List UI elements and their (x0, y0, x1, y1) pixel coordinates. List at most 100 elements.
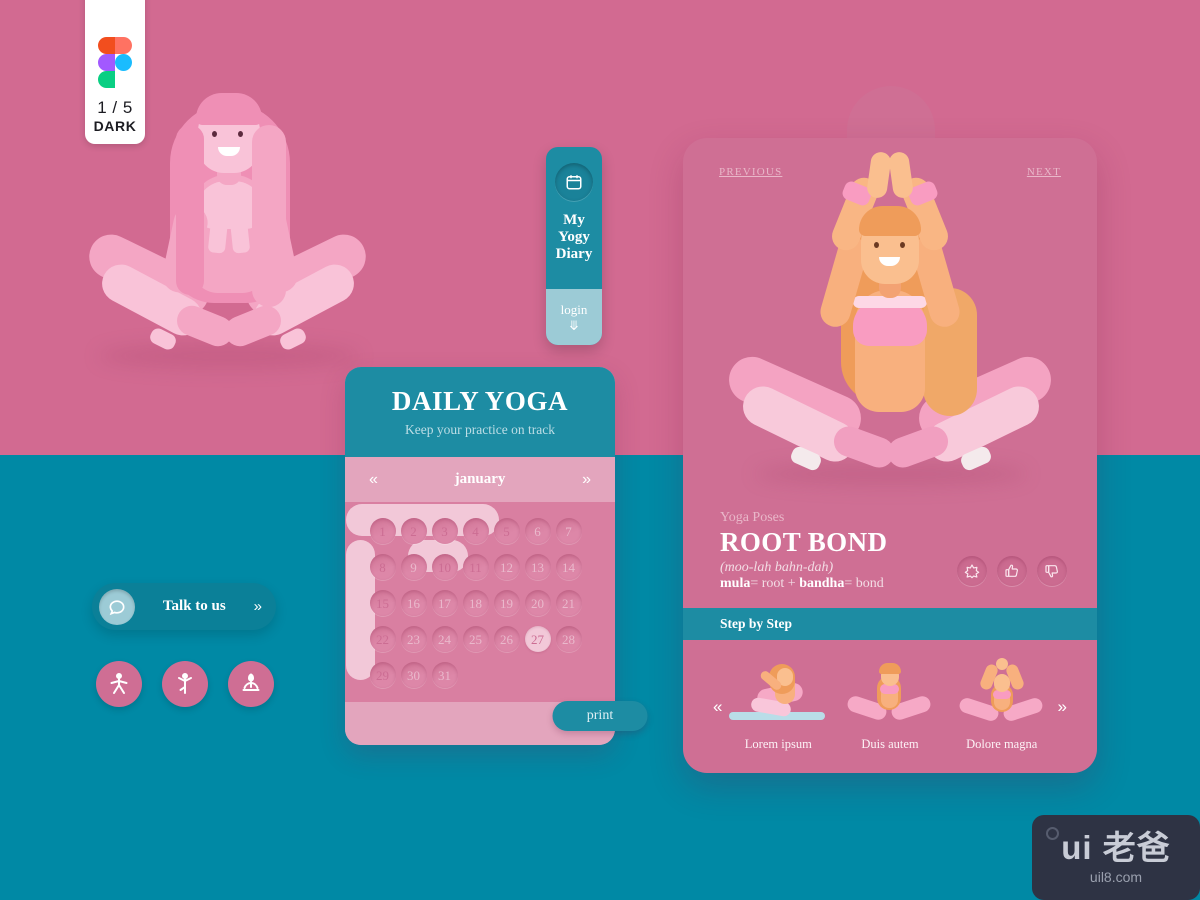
thumbs-up-icon[interactable] (997, 556, 1027, 586)
calendar-day[interactable]: 8 (367, 550, 398, 586)
pose-action-buttons (957, 556, 1067, 586)
step-by-step-bar: Step by Step (683, 608, 1097, 640)
calendar-month-label: january (454, 471, 506, 487)
calendar-title: DAILY YOGA (391, 386, 569, 416)
thumbs-down-icon[interactable] (1037, 556, 1067, 586)
calendar-day-empty (460, 658, 491, 694)
step-by-step-label: Step by Step (720, 616, 793, 631)
pose-pagination: PREVIOUS NEXT (683, 166, 1097, 178)
calendar-day[interactable]: 27 (522, 622, 553, 658)
pose-kicker: Yoga Poses (720, 510, 785, 525)
figma-logo-icon (98, 37, 132, 89)
calendar-day[interactable]: 3 (429, 514, 460, 550)
calendar-day[interactable]: 4 (460, 514, 491, 550)
calendar-day[interactable]: 29 (367, 658, 398, 694)
calendar-day[interactable]: 2 (398, 514, 429, 550)
diary-title: My Yogy Diary (556, 212, 593, 263)
pose-hero-illustration (683, 138, 1097, 508)
calendar-day-empty (553, 658, 584, 694)
watermark-dot-icon (1046, 827, 1059, 840)
talk-to-us-button[interactable]: Talk to us » (92, 583, 276, 630)
diary-tab[interactable]: My Yogy Diary login ⤋ (546, 147, 602, 345)
daily-yoga-calendar-card: DAILY YOGA Keep your practice on track «… (345, 367, 615, 745)
step-thumbnail-icon (723, 662, 833, 728)
next-month-button[interactable]: » (582, 471, 591, 488)
step-thumbnails-row: « Lorem ipsum Duis autem Dolore magna » (683, 640, 1097, 773)
calendar-day[interactable]: 11 (460, 550, 491, 586)
calendar-grid: 1 2 3 4 5 6 7 8 9 10 11 12 13 14 15 16 17 18 19 20 21 22 23 24 2… (367, 514, 593, 694)
chevron-down-icon: ⤋ (568, 318, 580, 333)
calendar-day[interactable]: 6 (522, 514, 553, 550)
calendar-day[interactable]: 14 (553, 550, 584, 586)
calendar-icon (555, 163, 593, 201)
calendar-day[interactable]: 26 (491, 622, 522, 658)
calendar-day[interactable]: 30 (398, 658, 429, 694)
etymology-part: = root + (750, 576, 800, 591)
calendar-day[interactable]: 13 (522, 550, 553, 586)
star-pose-icon[interactable] (96, 661, 142, 707)
calendar-subtitle: Keep your practice on track (405, 422, 555, 437)
lotus-pose-icon[interactable] (228, 661, 274, 707)
pose-name: ROOT BOND (720, 527, 888, 557)
calendar-day[interactable]: 17 (429, 586, 460, 622)
calendar-grid-wrapper: 1 2 3 4 5 6 7 8 9 10 11 12 13 14 15 16 17 18 19 20 21 22 23 24 2… (345, 502, 615, 702)
calendar-day[interactable]: 15 (367, 586, 398, 622)
watermark-brand: ui 老爸 (1061, 828, 1171, 866)
calendar-day[interactable]: 9 (398, 550, 429, 586)
calendar-day[interactable]: 20 (522, 586, 553, 622)
calendar-day[interactable]: 31 (429, 658, 460, 694)
calendar-day[interactable]: 10 (429, 550, 460, 586)
app-canvas: 1 / 5 DARK My Yogy Diary login ⤋ DAILY Y… (0, 0, 1200, 900)
step-items: Lorem ipsum Duis autem Dolore magna (722, 657, 1057, 752)
calendar-day-empty (522, 658, 553, 694)
calendar-day[interactable]: 5 (491, 514, 522, 550)
step-thumbnail-icon (835, 662, 945, 728)
calendar-day[interactable]: 16 (398, 586, 429, 622)
etymology-part: = bond (844, 576, 884, 591)
calendar-day[interactable]: 21 (553, 586, 584, 622)
calendar-day[interactable]: 23 (398, 622, 429, 658)
steps-prev-button[interactable]: « (713, 697, 722, 717)
chat-bubble-icon (99, 588, 135, 625)
diary-login-label: login (560, 302, 588, 317)
calendar-day[interactable]: 18 (460, 586, 491, 622)
step-label: Dolore magna (966, 736, 1038, 751)
list-item[interactable]: Duis autem (835, 662, 945, 752)
calendar-day[interactable]: 24 (429, 622, 460, 658)
watermark: ui 老爸 uil8.com (1032, 815, 1200, 900)
steps-next-button[interactable]: » (1058, 697, 1067, 717)
tree-pose-icon[interactable] (162, 661, 208, 707)
next-pose-link[interactable]: NEXT (1027, 166, 1061, 178)
star-icon[interactable] (957, 556, 987, 586)
step-thumbnail-icon (947, 657, 1057, 728)
pose-detail-card: PREVIOUS NEXT Yoga Poses ROOT BOND (moo-… (683, 138, 1097, 773)
diary-title-line: Yogy (558, 228, 590, 245)
calendar-day[interactable]: 19 (491, 586, 522, 622)
step-label: Duis autem (861, 736, 919, 751)
diary-login-button[interactable]: login ⤋ (546, 289, 602, 345)
calendar-day[interactable]: 28 (553, 622, 584, 658)
calendar-day[interactable]: 1 (367, 514, 398, 550)
calendar-header: DAILY YOGA Keep your practice on track (345, 367, 615, 457)
pose-shortcut-buttons (96, 661, 274, 707)
calendar-day[interactable]: 12 (491, 550, 522, 586)
calendar-day[interactable]: 7 (553, 514, 584, 550)
hero-meditation-illustration (80, 85, 375, 375)
prev-month-button[interactable]: « (369, 471, 378, 488)
list-item[interactable]: Lorem ipsum (723, 662, 833, 752)
list-item[interactable]: Dolore magna (947, 657, 1057, 752)
calendar-day[interactable]: 22 (367, 622, 398, 658)
calendar-day[interactable]: 25 (460, 622, 491, 658)
calendar-day-empty (491, 658, 522, 694)
previous-pose-link[interactable]: PREVIOUS (719, 166, 782, 178)
print-button[interactable]: print (552, 701, 648, 731)
chevron-right-icon: » (253, 598, 262, 615)
calendar-month-bar: « january » (345, 457, 615, 502)
step-label: Lorem ipsum (744, 736, 812, 751)
etymology-part: mula (720, 576, 751, 591)
watermark-url: uil8.com (1089, 868, 1143, 885)
diary-title-line: My (563, 212, 585, 228)
etymology-part: bandha (799, 576, 845, 591)
diary-title-line: Diary (555, 245, 593, 262)
talk-to-us-label: Talk to us (162, 598, 226, 614)
